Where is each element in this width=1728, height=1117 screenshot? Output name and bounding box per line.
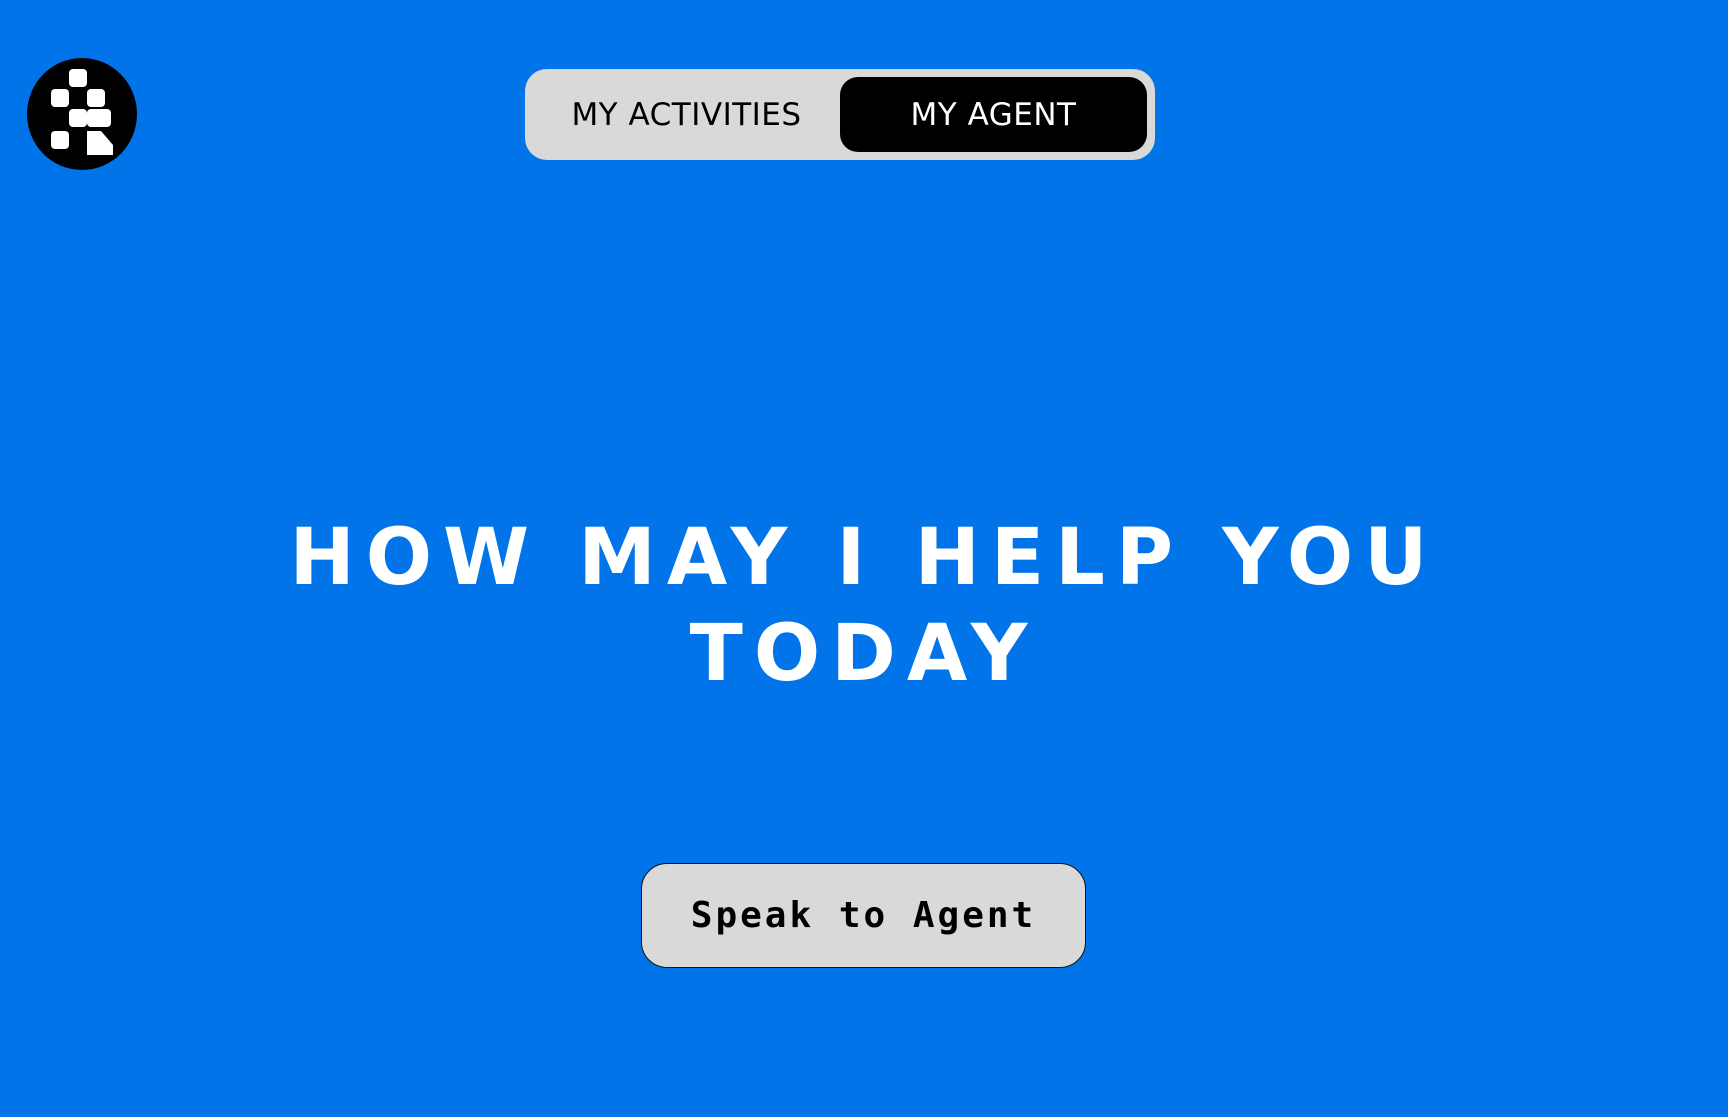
tab-my-activities[interactable]: MY ACTIVITIES [533,77,840,152]
page-title-line-2: TODAY [689,609,1039,699]
app-logo[interactable] [27,58,137,170]
checker-person-logo-icon [51,69,113,155]
tab-my-agent[interactable]: MY AGENT [840,77,1147,152]
speak-to-agent-button[interactable]: Speak to Agent [641,863,1086,968]
page-title-line-1: HOW MAY I HELP YOU [289,513,1439,603]
page-title: HOW MAY I HELP YOU TODAY [0,510,1728,702]
view-tab-switcher: MY ACTIVITIES MY AGENT [525,69,1155,160]
